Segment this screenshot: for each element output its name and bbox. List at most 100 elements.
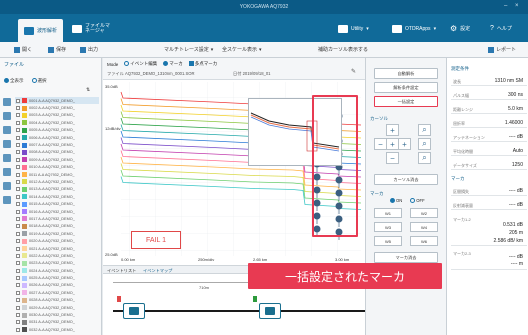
file-list-item[interactable]: 0007 A-A AQ7932_DEMO_ <box>15 141 99 148</box>
file-list-item[interactable]: 0026 A-A AQ7932_DEMO_ <box>15 282 99 289</box>
marker-w5-button[interactable]: W5 <box>374 236 402 246</box>
file-list-item[interactable]: 0021 A-A AQ7932_DEMO_ <box>15 245 99 252</box>
delete-icon[interactable] <box>3 140 11 148</box>
save-button[interactable]: 保存 <box>48 46 66 53</box>
auto-analysis-button[interactable]: 自動解析 <box>374 68 438 79</box>
file-list-item[interactable]: 0032 A-A AQ7932_DEMO_ <box>15 326 99 333</box>
info-icon[interactable] <box>3 154 11 162</box>
marker-off-radio[interactable]: OFF <box>410 198 425 204</box>
otdr-apps-button[interactable]: OTDRApps ▾ <box>392 20 436 37</box>
marker-w4-button[interactable]: W4 <box>410 222 438 232</box>
file-checkbox[interactable] <box>16 150 20 155</box>
connector-start-icon[interactable] <box>123 303 145 319</box>
file-checkbox[interactable] <box>16 305 20 310</box>
file-checkbox[interactable] <box>16 209 20 214</box>
file-list-item[interactable]: 0020 A-A AQ7932_DEMO_ <box>15 237 99 244</box>
file-checkbox[interactable] <box>16 98 20 103</box>
minimize-icon[interactable]: – <box>504 3 507 9</box>
marker-w2-button[interactable]: W2 <box>410 208 438 218</box>
file-checkbox[interactable] <box>16 239 20 244</box>
arrow-down-icon[interactable] <box>3 112 11 120</box>
file-checkbox[interactable] <box>16 320 20 325</box>
file-list-item[interactable]: 0031 A-A AQ7932_DEMO_ <box>15 319 99 326</box>
arrow-right-icon[interactable]: + <box>398 138 411 150</box>
analysis-condition-button[interactable]: 解析条件設定 <box>374 82 438 93</box>
file-list-item[interactable]: 0028 A-A AQ7932_DEMO_ <box>15 297 99 304</box>
grid-icon[interactable] <box>3 168 11 176</box>
file-checkbox[interactable] <box>16 179 20 184</box>
file-checkbox[interactable] <box>16 157 20 162</box>
file-checkbox[interactable] <box>16 313 20 318</box>
tab-waveform-analysis[interactable]: 波形解析 <box>18 19 64 42</box>
file-checkbox[interactable] <box>16 143 20 148</box>
file-checkbox[interactable] <box>16 202 20 207</box>
filter-icon[interactable] <box>3 196 11 204</box>
utility-button[interactable]: Utility ▾ <box>338 20 369 37</box>
list-icon[interactable] <box>3 182 11 190</box>
trace-scale-button[interactable]: 全スケール表示 ▾ <box>222 46 262 54</box>
file-list-item[interactable]: 0024 A-A AQ7932_DEMO_ <box>15 267 99 274</box>
file-list-item[interactable]: 0010 A-A AQ7932_DEMO_ <box>15 164 99 171</box>
file-list-item[interactable]: 0013 A-A AQ7932_DEMO_ <box>15 186 99 193</box>
file-list-item[interactable]: 0015 A-A AQ7932_DEMO_ <box>15 200 99 207</box>
zoom-reset-icon[interactable]: ⌕ <box>418 152 431 164</box>
open-button[interactable]: 開く <box>14 46 32 53</box>
arrow-up-icon[interactable] <box>3 98 11 106</box>
close-icon[interactable]: × <box>515 3 519 9</box>
file-list-item[interactable]: 0019 A-A AQ7932_DEMO_ <box>15 230 99 237</box>
file-list-item[interactable]: 0012 A-A AQ7932_DEMO_ <box>15 178 99 185</box>
report-button[interactable]: レポート <box>488 46 516 53</box>
file-list-item[interactable]: 0004 A-A AQ7932_DEMO_ <box>15 119 99 126</box>
cursor-info-toggle[interactable]: 補助カーソル表示する <box>318 46 368 53</box>
multi-trace-button[interactable]: マルチトレース設定 ▾ <box>164 46 213 54</box>
marker-w6-button[interactable]: W6 <box>410 236 438 246</box>
file-list-item[interactable]: 0018 A-A AQ7932_DEMO_ <box>15 223 99 230</box>
file-checkbox[interactable] <box>16 187 20 192</box>
file-list-item[interactable]: 0006 A-A AQ7932_DEMO_ <box>15 134 99 141</box>
marker-delete-button[interactable]: マーカ消去 <box>374 252 438 263</box>
cursor-clear-button[interactable]: カーソル消去 <box>374 174 438 185</box>
file-list-item[interactable]: 0017 A-A AQ7932_DEMO_ <box>15 215 99 222</box>
file-list-item[interactable]: 0014 A-A AQ7932_DEMO_ <box>15 193 99 200</box>
file-checkbox[interactable] <box>16 231 20 236</box>
file-list-item[interactable]: 0002 A-A AQ7932_DEMO_ <box>15 104 99 111</box>
batch-setting-button[interactable]: 一括設定 <box>374 96 438 107</box>
help-button[interactable]: ? ヘルプ <box>490 20 512 37</box>
file-checkbox[interactable] <box>16 106 20 111</box>
zoom-magnify-icon[interactable]: ⌕ <box>418 124 431 136</box>
sort-icon[interactable]: ⇅ <box>86 87 90 93</box>
file-checkbox[interactable] <box>16 268 20 273</box>
radio-selected[interactable]: 選択 <box>31 78 47 84</box>
file-checkbox[interactable] <box>16 290 20 295</box>
multi-marker-checkbox[interactable]: 多点マーカ <box>188 61 217 67</box>
settings-button[interactable]: ⚙ 設定 <box>450 20 470 37</box>
file-checkbox[interactable] <box>16 135 20 140</box>
file-list-item[interactable]: 0016 A-A AQ7932_DEMO_ <box>15 208 99 215</box>
edit-pencil-icon[interactable]: ✎ <box>351 68 356 75</box>
file-list-item[interactable]: 0022 A-A AQ7932_DEMO_ <box>15 252 99 259</box>
zoom-fit-icon[interactable]: ⌕ <box>418 138 431 150</box>
file-checkbox[interactable] <box>16 216 20 221</box>
file-checkbox[interactable] <box>16 165 20 170</box>
refresh-icon[interactable] <box>3 126 11 134</box>
file-checkbox[interactable] <box>16 298 20 303</box>
file-list-item[interactable]: 0023 A-A AQ7932_DEMO_ <box>15 260 99 267</box>
file-list-item[interactable]: 0025 A-A AQ7932_DEMO_ <box>15 274 99 281</box>
file-checkbox[interactable] <box>16 276 20 281</box>
file-checkbox[interactable] <box>16 194 20 199</box>
file-checkbox[interactable] <box>16 113 20 118</box>
file-list-item[interactable]: 0008 A-A AQ7932_DEMO_ <box>15 149 99 156</box>
mode-event-radio[interactable]: イベント編集 <box>124 61 157 67</box>
zoom-out-vertical-icon[interactable]: − <box>386 152 399 164</box>
file-list-item[interactable]: 0003 A-A AQ7932_DEMO_ <box>15 112 99 119</box>
file-list-item[interactable]: 0029 A-A AQ7932_DEMO_ <box>15 304 99 311</box>
file-checkbox[interactable] <box>16 246 20 251</box>
connector-mid-icon[interactable] <box>259 303 281 319</box>
file-list-item[interactable]: 0001 A-A AQ7932_DEMO_ <box>15 97 99 105</box>
marker-w3-button[interactable]: W3 <box>374 222 402 232</box>
file-checkbox[interactable] <box>16 224 20 229</box>
file-list-item[interactable]: 0005 A-A AQ7932_DEMO_ <box>15 127 99 134</box>
file-checkbox[interactable] <box>16 327 20 332</box>
file-checkbox[interactable] <box>16 172 20 177</box>
file-checkbox[interactable] <box>16 128 20 133</box>
